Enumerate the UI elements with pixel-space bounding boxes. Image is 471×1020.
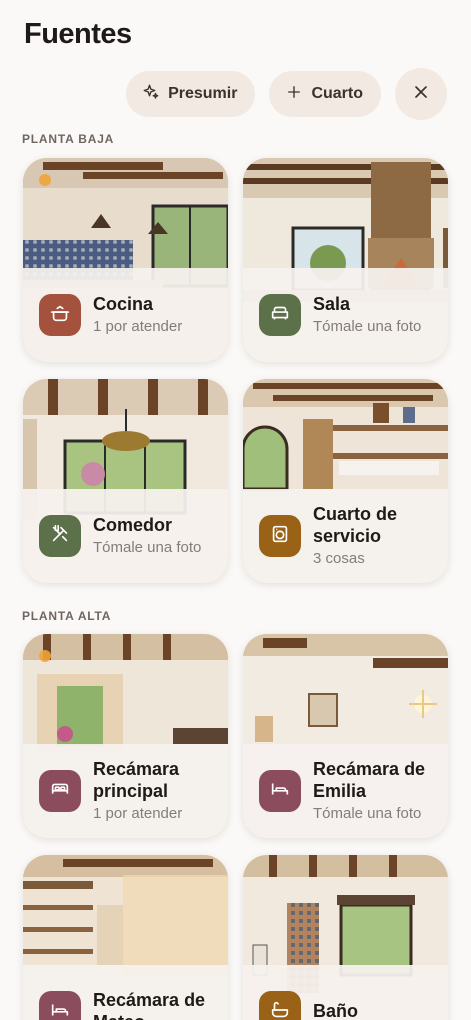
status-dot <box>39 174 51 186</box>
cuarto-label: Cuarto <box>311 85 363 102</box>
room-card-bano[interactable]: Baño <box>243 855 448 1020</box>
room-status: Tómale una foto <box>93 539 202 556</box>
sparkle-icon <box>142 83 160 106</box>
room-info: Recámara de Emilia Tómale una foto <box>243 744 448 838</box>
utensils-icon <box>49 523 71 550</box>
bed-icon <box>49 778 71 805</box>
room-icon-badge <box>259 515 301 557</box>
room-name: Recámara de Emilia <box>313 759 426 801</box>
room-name: Recámara de Mateo <box>93 990 206 1020</box>
close-button[interactable] <box>395 68 447 120</box>
room-icon-badge <box>39 770 81 812</box>
plus-icon <box>285 83 303 106</box>
toolbar: Presumir Cuarto <box>126 68 447 120</box>
room-card-cocina[interactable]: Cocina 1 por atender <box>23 158 228 362</box>
room-status: Tómale una foto <box>313 805 422 822</box>
bed-icon <box>49 999 71 1020</box>
room-card-recamara-de-emilia[interactable]: Recámara de Emilia Tómale una foto <box>243 634 448 838</box>
room-info: Recámara principal 1 por atender <box>23 744 228 838</box>
room-name: Comedor <box>93 515 173 535</box>
room-card-recamara-principal[interactable]: Recámara principal 1 por atender <box>23 634 228 838</box>
washer-icon <box>269 523 291 550</box>
section-label-planta-baja: PLANTA BAJA <box>22 132 115 146</box>
room-icon-badge <box>259 991 301 1020</box>
room-status: Tómale una foto <box>313 318 422 335</box>
room-info: Cocina 1 por atender <box>23 268 228 362</box>
room-info: Comedor Tómale una foto <box>23 489 228 583</box>
room-name: Sala <box>313 294 351 314</box>
sofa-icon <box>269 302 291 329</box>
pot-icon <box>49 302 71 329</box>
bed-icon <box>269 778 291 805</box>
room-icon-badge <box>39 515 81 557</box>
room-icon-badge <box>259 770 301 812</box>
room-info: Baño <box>243 965 448 1020</box>
room-status: 3 cosas <box>313 550 365 567</box>
presumir-label: Presumir <box>168 85 238 102</box>
page-title: Fuentes <box>24 18 132 50</box>
room-info: Recámara de Mateo <box>23 965 228 1020</box>
room-icon-badge <box>259 294 301 336</box>
room-status: 1 por atender <box>93 805 183 822</box>
room-card-cuarto-de-servicio[interactable]: Cuarto de servicio 3 cosas <box>243 379 448 583</box>
room-card-recamara-de-mateo[interactable]: Recámara de Mateo <box>23 855 228 1020</box>
room-name: Cocina <box>93 294 154 314</box>
room-name: Recámara principal <box>93 759 180 801</box>
presumir-button[interactable]: Presumir <box>126 71 256 117</box>
close-icon <box>411 82 431 107</box>
room-info: Sala Tómale una foto <box>243 268 448 362</box>
status-dot <box>39 650 51 662</box>
room-card-sala[interactable]: Sala Tómale una foto <box>243 158 448 362</box>
bath-icon <box>269 999 291 1020</box>
room-icon-badge <box>39 991 81 1020</box>
room-icon-badge <box>39 294 81 336</box>
room-status: 1 por atender <box>93 318 183 335</box>
room-info: Cuarto de servicio 3 cosas <box>243 489 448 583</box>
room-card-comedor[interactable]: Comedor Tómale una foto <box>23 379 228 583</box>
add-room-button[interactable]: Cuarto <box>269 71 381 117</box>
section-label-planta-alta: PLANTA ALTA <box>22 609 112 623</box>
room-name: Baño <box>313 1001 358 1020</box>
room-name: Cuarto de servicio <box>313 504 398 546</box>
